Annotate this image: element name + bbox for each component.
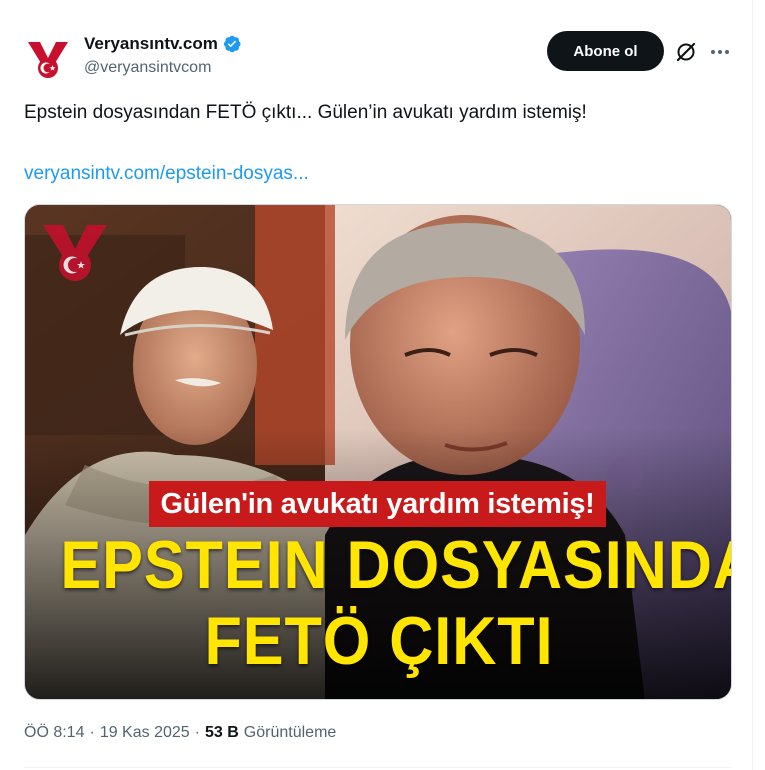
tweet-time[interactable]: ÖÖ 8:14 — [24, 724, 84, 742]
more-options-icon[interactable] — [708, 40, 732, 64]
tweet-date[interactable]: 19 Kas 2025 — [100, 724, 190, 742]
tweet-text: Epstein dosyasından FETÖ çıktı... Gülen’… — [24, 102, 587, 123]
media-caption: Gülen'in avukatı yardım istemiş! — [149, 481, 606, 527]
tweet-meta: ÖÖ 8:14 · 19 Kas 2025 · 53 B Görüntüleme — [24, 724, 336, 742]
media-headline-line1: EPSTEIN DOSYASINDAN — [60, 527, 732, 603]
verified-badge-icon — [223, 35, 241, 53]
views-label: Görüntüleme — [243, 724, 337, 741]
account-name[interactable]: Veryansıntv.com — [84, 34, 218, 54]
meta-separator: · — [89, 724, 95, 741]
tweet-link[interactable]: veryansintv.com/epstein-dosyas... — [24, 161, 309, 187]
account-name-row[interactable]: Veryansıntv.com — [84, 34, 242, 54]
follow-button[interactable]: Abone ol — [547, 31, 664, 71]
divider — [24, 767, 732, 768]
tweet-media-image[interactable]: Gülen'in avukatı yardım istemiş! EPSTEIN… — [24, 204, 732, 700]
meta-separator: · — [194, 724, 200, 741]
views-count: 53 B — [205, 724, 239, 741]
grok-icon[interactable] — [674, 40, 698, 64]
account-handle[interactable]: @veryansintvcom — [84, 59, 211, 77]
media-headline-line2: FETÖ ÇIKTI — [204, 603, 554, 679]
account-avatar[interactable] — [24, 34, 72, 82]
veryansin-medal-logo-icon — [28, 42, 68, 78]
tweet-card: Veryansıntv.com @veryansintvcom Abone ol… — [0, 0, 753, 770]
